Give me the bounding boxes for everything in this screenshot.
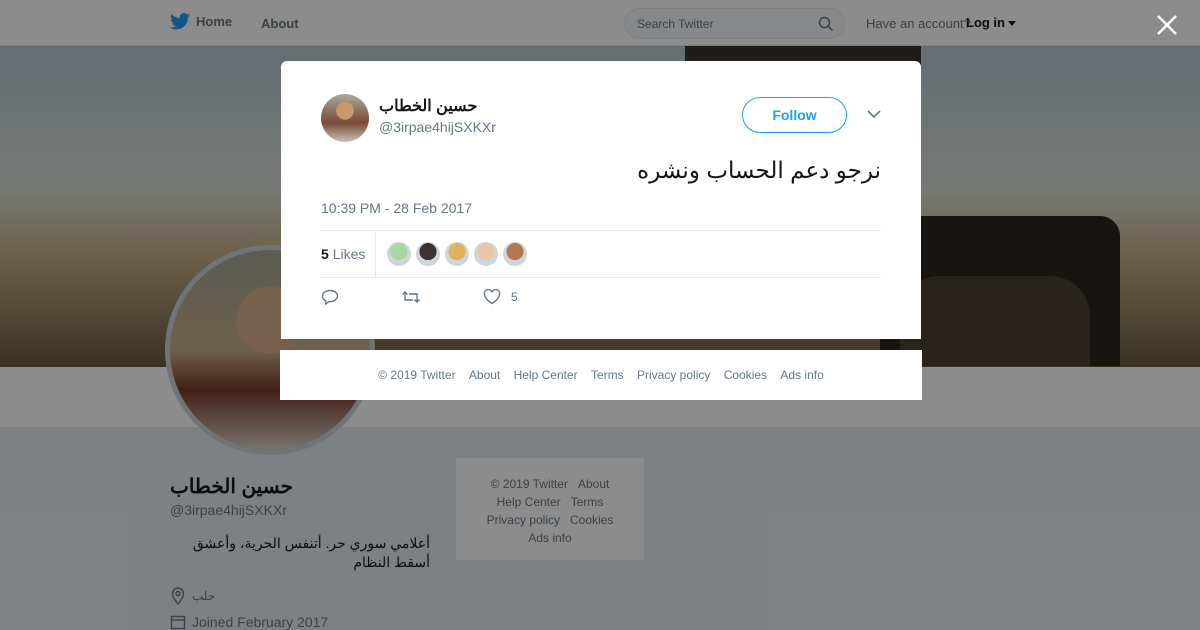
likes-stat[interactable]: 5 Likes [321,246,365,262]
heart-icon[interactable] [483,289,501,305]
chevron-down-icon[interactable] [867,109,881,119]
reply-icon[interactable] [321,289,339,305]
stats-divider [375,231,376,278]
footer-about-link[interactable]: About [469,368,500,382]
tweet-author-handle[interactable]: @3irpae4hijSXKXr [379,119,496,135]
footer-cookies-link[interactable]: Cookies [724,368,767,382]
tweet-author-avatar[interactable] [321,94,369,142]
tweet-stats: 5 Likes [321,230,881,278]
footer-privacy-link[interactable]: Privacy policy [637,368,710,382]
likes-count: 5 [321,246,329,262]
like-action[interactable]: 5 [483,289,518,305]
retweet-action[interactable] [401,289,421,305]
tweet-timestamp[interactable]: 10:39 PM - 28 Feb 2017 [321,200,472,216]
reply-action[interactable] [321,289,339,305]
footer-copyright: © 2019 Twitter [378,368,456,382]
tweet-text: نرجو دعم الحساب ونشره [637,157,881,183]
liker-avatar[interactable] [474,242,498,266]
footer-help-link[interactable]: Help Center [514,368,578,382]
retweet-icon[interactable] [401,289,421,305]
close-icon[interactable] [1154,12,1180,38]
follow-button[interactable]: Follow [742,97,847,133]
liker-avatar[interactable] [445,242,469,266]
modal-footer: © 2019 Twitter About Help Center Terms P… [280,350,922,400]
liker-avatar[interactable] [416,242,440,266]
liker-avatars [387,242,527,266]
tweet-modal: حسين الخطاب @3irpae4hijSXKXr Follow نرجو… [281,61,921,339]
liker-avatar[interactable] [503,242,527,266]
like-count: 5 [511,290,518,304]
footer-terms-link[interactable]: Terms [591,368,624,382]
likes-label: Likes [332,246,366,262]
liker-avatar[interactable] [387,242,411,266]
tweet-author-name[interactable]: حسين الخطاب [379,96,477,116]
footer-ads-link[interactable]: Ads info [780,368,823,382]
